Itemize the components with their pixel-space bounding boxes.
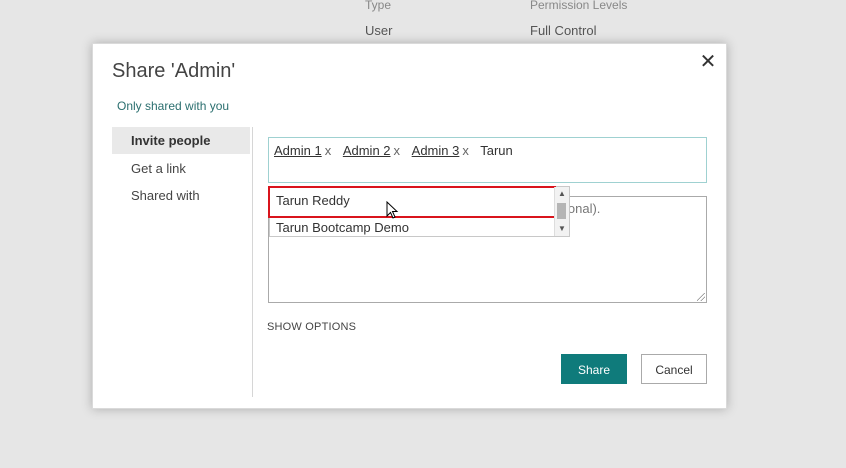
resize-grip-icon[interactable] [697, 293, 705, 301]
chip-name[interactable]: Admin 1 [274, 143, 322, 158]
sharing-status[interactable]: Only shared with you [117, 99, 229, 113]
cancel-button[interactable]: Cancel [641, 354, 707, 384]
close-icon[interactable]: ✕ [699, 52, 717, 72]
share-button[interactable]: Share [561, 354, 627, 384]
suggestion-item[interactable]: Tarun Reddy [276, 191, 350, 211]
nav-invite-people[interactable]: Invite people [112, 127, 250, 154]
share-nav: Invite people Get a link Shared with [112, 127, 253, 397]
scroll-up-icon[interactable]: ▲ [558, 189, 566, 198]
show-options-link[interactable]: SHOW OPTIONS [267, 321, 356, 333]
chip-name[interactable]: Admin 2 [343, 143, 391, 158]
share-dialog: Share 'Admin' ✕ Only shared with you Inv… [92, 43, 727, 409]
suggestion-item[interactable]: Tarun Bootcamp Demo [276, 218, 409, 238]
user-chip: Admin 2x [343, 143, 400, 158]
scroll-thumb[interactable] [557, 203, 566, 219]
column-header-type: Type [365, 0, 392, 12]
message-placeholder: ional). [565, 201, 601, 216]
user-chip: Admin 3x [412, 143, 469, 158]
column-header-permission-levels: Permission Levels [530, 0, 628, 12]
scroll-down-icon[interactable]: ▼ [558, 224, 566, 233]
nav-shared-with[interactable]: Shared with [112, 182, 250, 209]
remove-chip-icon[interactable]: x [325, 143, 332, 158]
chip-name[interactable]: Admin 3 [412, 143, 460, 158]
suggestion-list: Tarun Reddy Tarun Bootcamp Demo ▲ ▼ [268, 186, 570, 238]
suggestion-scrollbar[interactable]: ▲ ▼ [554, 187, 569, 236]
typed-text: Tarun [480, 143, 513, 158]
people-picker-input[interactable]: Admin 1x Admin 2x Admin 3x Tarun [268, 137, 707, 183]
remove-chip-icon[interactable]: x [394, 143, 401, 158]
user-chip: Admin 1x [274, 143, 331, 158]
cell-permission: Full Control [530, 23, 597, 38]
cell-type: User [365, 23, 393, 38]
nav-get-a-link[interactable]: Get a link [112, 155, 250, 182]
remove-chip-icon[interactable]: x [462, 143, 469, 158]
dialog-title: Share 'Admin' [112, 60, 236, 82]
